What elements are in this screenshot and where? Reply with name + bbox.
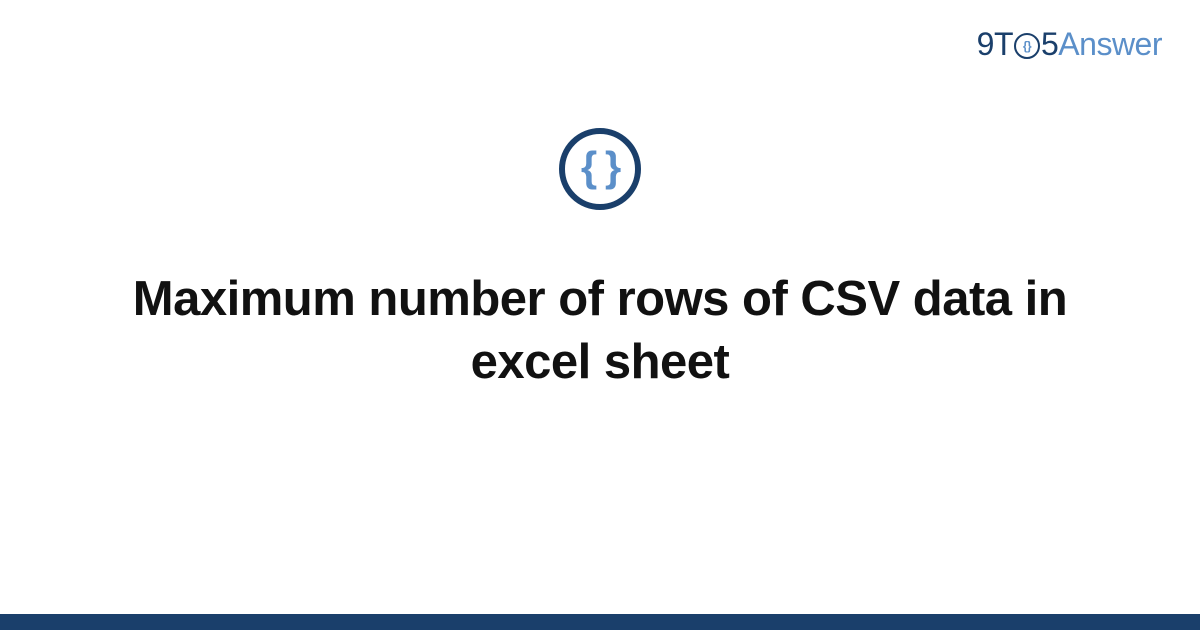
content-center: { } Maximum number of rows of CSV data i… bbox=[0, 128, 1200, 393]
logo-part-answer: Answer bbox=[1058, 26, 1162, 63]
logo-o-circle: {} bbox=[1014, 33, 1040, 59]
braces-glyph: { } bbox=[581, 146, 619, 188]
topic-braces-icon: { } bbox=[559, 128, 641, 210]
logo-part-5: 5 bbox=[1041, 26, 1058, 63]
page-title: Maximum number of rows of CSV data in ex… bbox=[120, 268, 1080, 393]
logo-o-braces: {} bbox=[1023, 40, 1031, 52]
logo-part-9t: 9T bbox=[977, 26, 1013, 63]
site-logo[interactable]: 9T {} 5 Answer bbox=[977, 26, 1162, 63]
footer-accent-bar bbox=[0, 614, 1200, 630]
